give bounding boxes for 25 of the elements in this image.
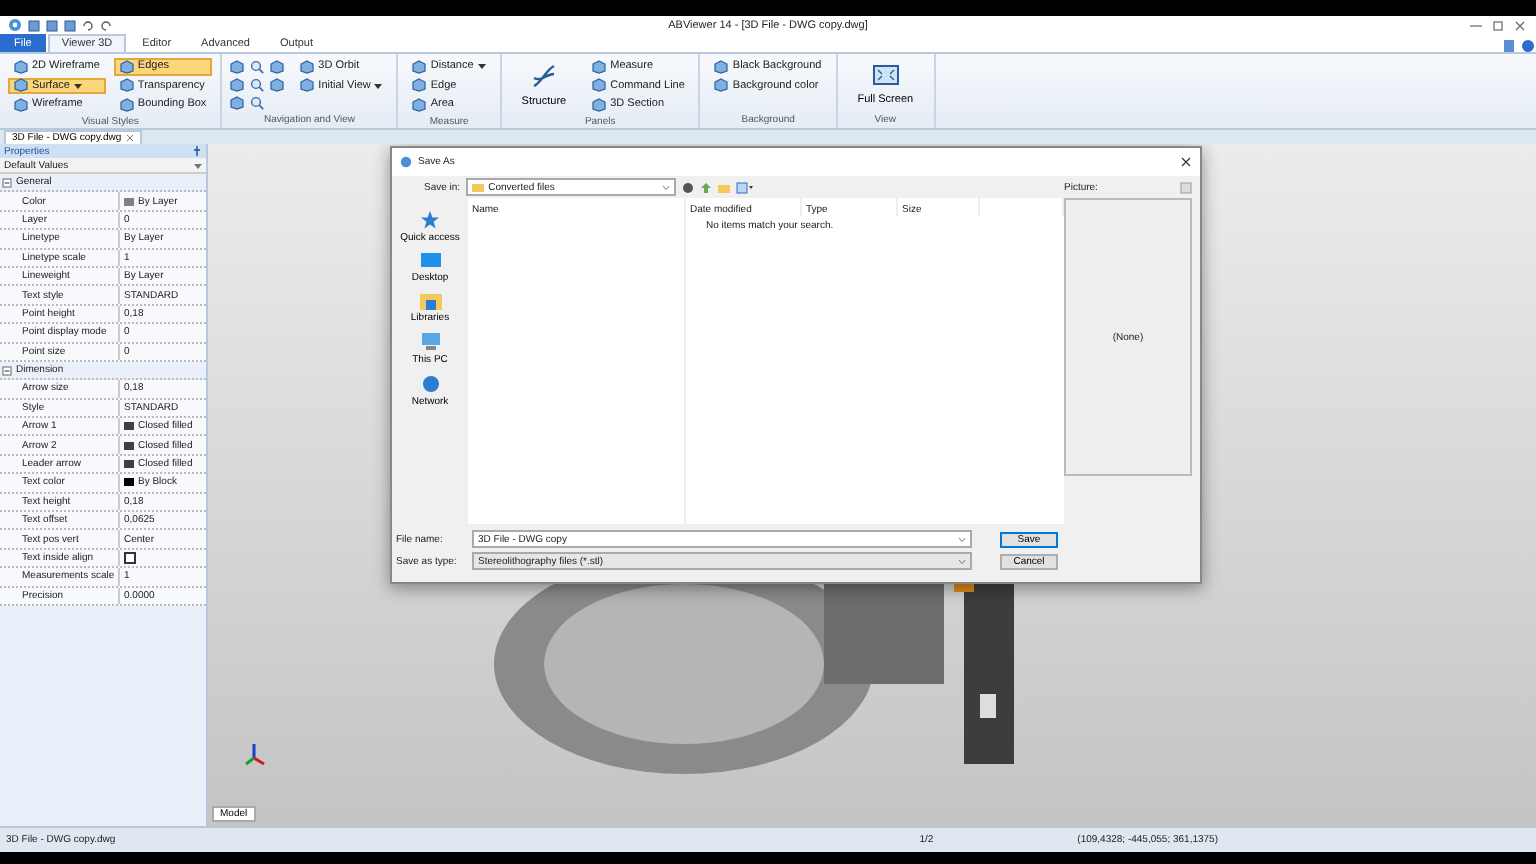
restore-icon[interactable] xyxy=(1490,19,1506,31)
magnifier-icon xyxy=(250,78,265,92)
caret-icon[interactable] xyxy=(958,557,966,565)
close-icon[interactable] xyxy=(1180,156,1192,168)
monitor-icon xyxy=(871,64,900,88)
collapse-icon[interactable] xyxy=(2,177,12,188)
helix-icon xyxy=(529,62,558,91)
axis-icon xyxy=(244,740,268,768)
preview-toggle-icon[interactable] xyxy=(1180,182,1192,194)
computer-icon xyxy=(419,332,441,352)
magnifier-icon xyxy=(250,96,265,110)
view-menu-icon[interactable] xyxy=(736,181,755,193)
minimize-icon[interactable] xyxy=(1468,19,1484,31)
magnifier-icon xyxy=(250,60,265,74)
checkbox[interactable] xyxy=(124,552,136,564)
pin-icon[interactable] xyxy=(192,146,202,156)
caret-icon[interactable] xyxy=(958,535,966,543)
collapse-icon[interactable] xyxy=(2,365,12,376)
monitor-icon xyxy=(419,252,441,270)
close-icon[interactable] xyxy=(1512,19,1528,31)
caret-icon[interactable] xyxy=(662,183,671,191)
up-folder-icon[interactable] xyxy=(700,181,713,193)
undo-icon[interactable] xyxy=(82,19,94,31)
redo-icon[interactable] xyxy=(100,19,112,31)
star-icon xyxy=(419,210,440,230)
